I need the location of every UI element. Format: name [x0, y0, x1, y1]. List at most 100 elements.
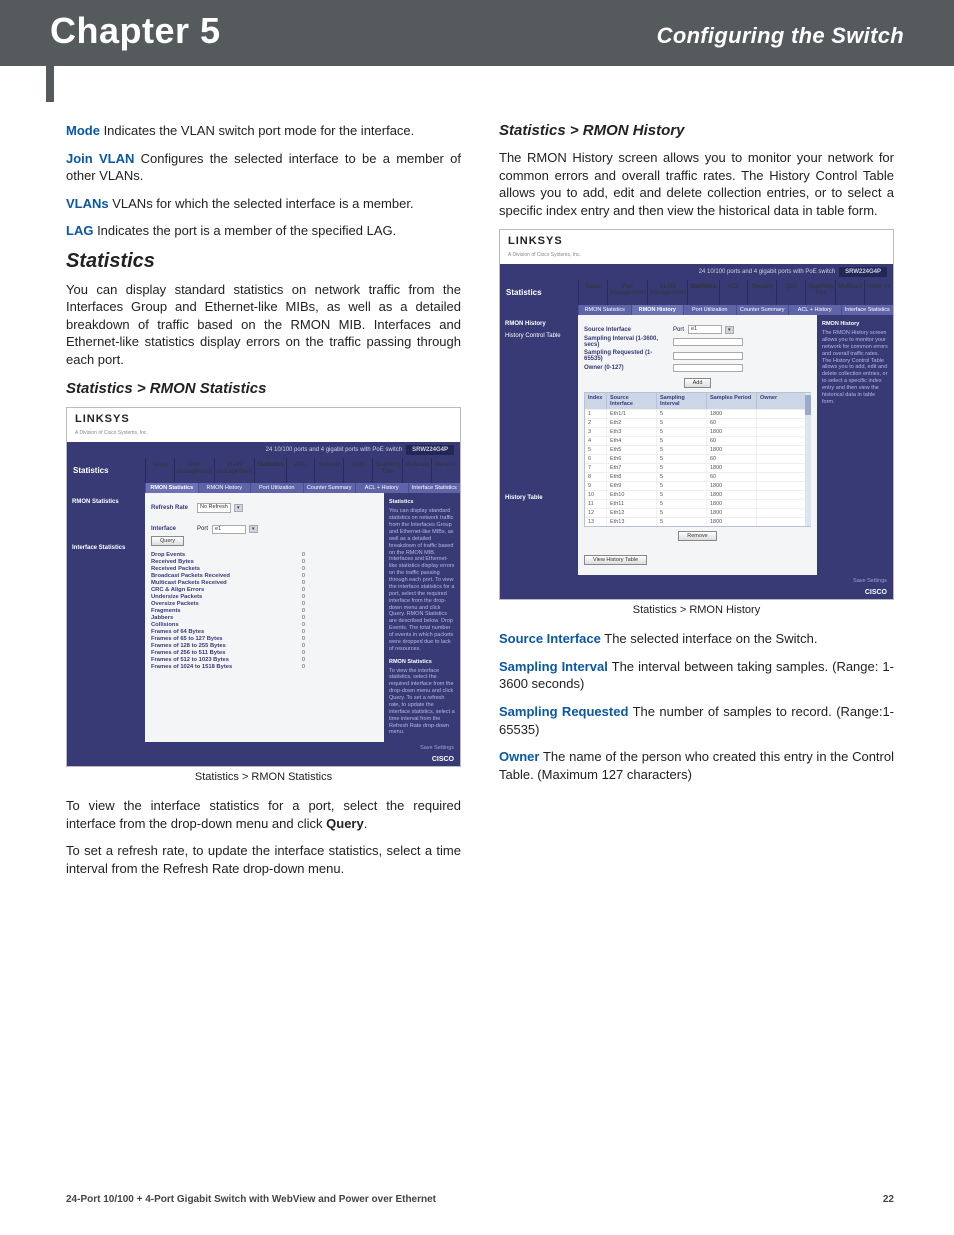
table-row[interactable]: 13Eth1351800	[585, 517, 810, 526]
page-body: Mode Indicates the VLAN switch port mode…	[0, 66, 954, 888]
samp-int-label: Sampling Interval (1-3600, secs)	[584, 336, 669, 348]
tab-security[interactable]: Security	[314, 458, 343, 483]
current-section: Statistics	[67, 458, 145, 483]
side-item: History Table	[505, 495, 573, 501]
tab-setup[interactable]: Setup	[578, 280, 607, 305]
side-item: History Control Table	[505, 333, 573, 339]
tab-more[interactable]: More >>	[431, 458, 460, 483]
tab-multicast[interactable]: Multicast	[835, 280, 864, 305]
table-row[interactable]: 4Eth4560	[585, 436, 810, 445]
tab-qos[interactable]: QoS	[343, 458, 372, 483]
section-title: Configuring the Switch	[657, 23, 904, 49]
port-select[interactable]: e1	[688, 325, 722, 334]
samp-req-label: Sampling Requested (1-65535)	[584, 350, 669, 362]
def-vlans: VLANs VLANs for which the selected inter…	[66, 195, 461, 213]
refresh-rate-select[interactable]: No Refresh	[197, 503, 231, 512]
page-number: 22	[883, 1194, 894, 1205]
interface-label: Interface	[151, 526, 193, 532]
table-row[interactable]: 6Eth6560	[585, 454, 810, 463]
tab-qos[interactable]: QoS	[776, 280, 805, 305]
heading-statistics: Statistics	[66, 250, 461, 273]
subtab[interactable]: RMON Statistics	[145, 483, 198, 493]
subtab[interactable]: RMON Statistics	[578, 305, 631, 315]
tab-statistics[interactable]: Statistics	[254, 458, 286, 483]
table-row[interactable]: 8Eth8560	[585, 472, 810, 481]
tab-statistics[interactable]: Statistics	[687, 280, 719, 305]
table-row[interactable]: 1Eth1/151800	[585, 409, 810, 418]
tab-multicast[interactable]: Multicast	[402, 458, 431, 483]
table-row[interactable]: 5Eth551800	[585, 445, 810, 454]
view-history-table-button[interactable]: View History Table	[584, 555, 647, 565]
owner-input[interactable]	[673, 364, 743, 372]
figure-caption: Statistics > RMON Statistics	[66, 771, 461, 783]
tab-acl[interactable]: ACL	[286, 458, 315, 483]
interface-select[interactable]: e1	[212, 525, 246, 534]
subtab[interactable]: Counter Summary	[736, 305, 789, 315]
remove-button[interactable]: Remove	[678, 531, 716, 541]
tab-stp[interactable]: Spanning Tree	[805, 280, 835, 305]
chapter-title: Chapter 5	[50, 10, 221, 52]
def-sampling-requested: Sampling Requested The number of samples…	[499, 703, 894, 738]
src-iface-label: Source Interface	[584, 327, 669, 333]
para-query: To view the interface statistics for a p…	[66, 797, 461, 832]
tab-security[interactable]: Security	[747, 280, 776, 305]
brand-logo: LINKSYSA Division of Cisco Systems, Inc.	[500, 230, 893, 264]
left-column: Mode Indicates the VLAN switch port mode…	[66, 122, 461, 888]
help-panel: Statistics You can display standard stat…	[384, 493, 460, 742]
tab-port-mgmt[interactable]: Port Management	[174, 458, 214, 483]
side-item: RMON History	[505, 321, 573, 327]
query-button[interactable]: Query	[151, 536, 184, 546]
tab-port-mgmt[interactable]: Port Management	[607, 280, 647, 305]
add-button[interactable]: Add	[684, 378, 712, 388]
tab-vlan-mgmt[interactable]: VLAN Management	[214, 458, 254, 483]
save-settings-link[interactable]: Save Settings	[420, 745, 454, 751]
model-badge: SRW224G4P	[839, 267, 887, 277]
header-accent	[46, 66, 54, 102]
table-row[interactable]: 3Eth351800	[585, 427, 810, 436]
subtab[interactable]: Port Utilization	[250, 483, 303, 493]
table-row[interactable]: 10Eth1051800	[585, 490, 810, 499]
table-row[interactable]: 12Eth1251800	[585, 508, 810, 517]
subtab[interactable]: Port Utilization	[683, 305, 736, 315]
tab-stp[interactable]: Spanning Tree	[372, 458, 402, 483]
tab-vlan-mgmt[interactable]: VLAN Management	[647, 280, 687, 305]
def-mode: Mode Indicates the VLAN switch port mode…	[66, 122, 461, 140]
table-row[interactable]: 7Eth751800	[585, 463, 810, 472]
subtab[interactable]: RMON History	[631, 305, 684, 315]
side-item: Interface Statistics	[72, 545, 140, 551]
para-refresh: To set a refresh rate, to update the int…	[66, 842, 461, 877]
subtab[interactable]: Interface Statistics	[408, 483, 461, 493]
chevron-down-icon[interactable]: ▾	[249, 525, 258, 533]
def-owner: Owner The name of the person who created…	[499, 748, 894, 783]
right-column: Statistics > RMON History The RMON Histo…	[499, 122, 894, 888]
sampling-requested-input[interactable]	[673, 352, 743, 360]
subtab[interactable]: ACL + History	[355, 483, 408, 493]
subtab[interactable]: Interface Statistics	[841, 305, 894, 315]
scrollbar[interactable]	[805, 393, 811, 526]
subtab[interactable]: Counter Summary	[303, 483, 356, 493]
table-row[interactable]: 11Eth1151800	[585, 499, 810, 508]
history-intro: The RMON History screen allows you to mo…	[499, 149, 894, 219]
subtab[interactable]: RMON History	[198, 483, 251, 493]
chevron-down-icon[interactable]: ▾	[234, 504, 243, 512]
tab-acl[interactable]: ACL	[719, 280, 748, 305]
save-settings-link[interactable]: Save Settings	[853, 578, 887, 584]
tab-setup[interactable]: Setup	[145, 458, 174, 483]
main-tabs: Statistics Setup Port Management VLAN Ma…	[67, 458, 460, 483]
heading-rmon-history: Statistics > RMON History	[499, 122, 894, 139]
screenshot-rmon-history: LINKSYSA Division of Cisco Systems, Inc.…	[499, 229, 894, 600]
side-item: RMON Statistics	[72, 499, 140, 505]
term: Mode	[66, 123, 100, 138]
table-row[interactable]: 2Eth2560	[585, 418, 810, 427]
tab-more[interactable]: More >>	[864, 280, 893, 305]
page-header: Chapter 5 Configuring the Switch	[0, 0, 954, 66]
table-row[interactable]: 9Eth951800	[585, 481, 810, 490]
chevron-down-icon[interactable]: ▾	[725, 326, 734, 334]
term: Join VLAN	[66, 151, 134, 166]
model-badge: SRW224G4P	[406, 445, 454, 455]
refresh-label: Refresh Rate	[151, 505, 193, 511]
def-sampling-interval: Sampling Interval The interval between t…	[499, 658, 894, 693]
def-lag: LAG Indicates the port is a member of th…	[66, 222, 461, 240]
subtab[interactable]: ACL + History	[788, 305, 841, 315]
sampling-interval-input[interactable]	[673, 338, 743, 346]
